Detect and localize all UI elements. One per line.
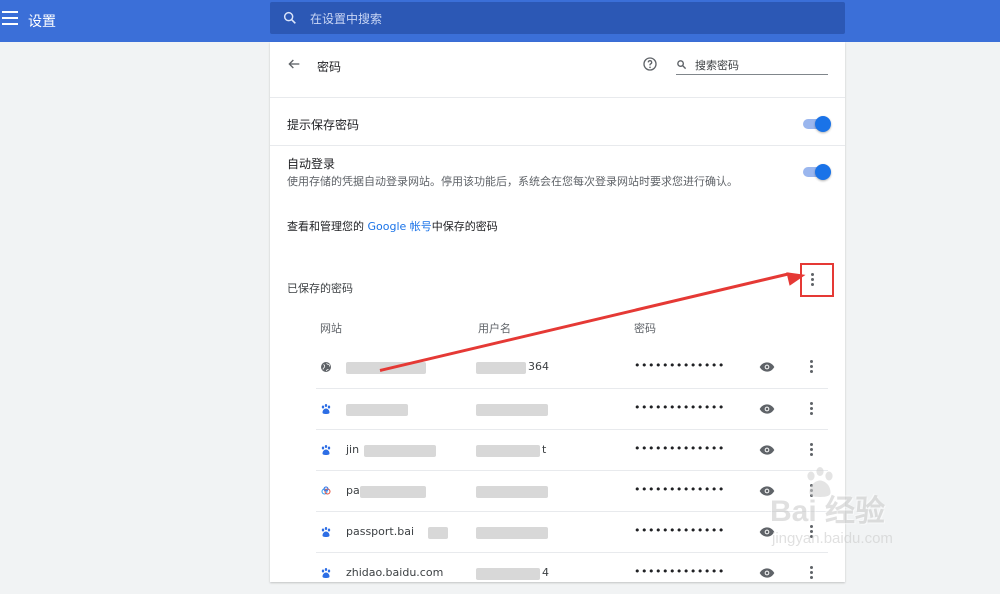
password-row: passport.bai ••••••••••••• <box>316 511 828 553</box>
site-text: pa <box>346 484 360 497</box>
search-icon <box>283 11 296 24</box>
redacted-username <box>476 527 548 539</box>
auto-signin-description: 使用存储的凭据自动登录网站。停用该功能后，系统会在您每次登录网站时要求您进行确认… <box>287 175 738 188</box>
top-bar: 设置 <box>0 0 1000 42</box>
password-row: zhidao.baidu.com 4 ••••••••••••• <box>316 552 828 594</box>
row-more-icon[interactable] <box>810 402 814 416</box>
saved-passwords-more-icon[interactable] <box>811 273 815 287</box>
password-row: jin t ••••••••••••• <box>316 429 828 471</box>
password-dots: ••••••••••••• <box>634 401 725 414</box>
manage-suffix: 中保存的密码 <box>431 220 498 233</box>
eye-icon[interactable] <box>759 403 775 415</box>
username-text: 364 <box>528 360 549 373</box>
password-dots: ••••••••••••• <box>634 442 725 455</box>
offer-save-label: 提示保存密码 <box>287 118 360 132</box>
eye-icon[interactable] <box>759 444 775 456</box>
baidu-paw-icon <box>321 404 331 414</box>
redacted-site <box>346 404 408 416</box>
auto-signin-label: 自动登录 <box>287 157 336 171</box>
settings-search[interactable] <box>270 2 845 34</box>
watermark-text: Bai 经验 <box>770 495 886 528</box>
column-header-username: 用户名 <box>478 322 511 335</box>
app-title: 设置 <box>28 14 56 30</box>
password-row: ••••••••••••• <box>316 388 828 430</box>
password-search-input[interactable] <box>693 56 829 74</box>
auto-signin-toggle[interactable] <box>801 164 831 180</box>
password-row: pa ••••••••••••• <box>316 470 828 512</box>
site-text: jin <box>346 443 360 456</box>
password-dots: ••••••••••••• <box>634 483 725 496</box>
saved-passwords-heading: 已保存的密码 <box>287 282 353 295</box>
redacted-username <box>476 568 540 580</box>
auto-signin-row: 自动登录 使用存储的凭据自动登录网站。停用该功能后，系统会在您每次登录网站时要求… <box>270 145 845 198</box>
row-more-icon[interactable] <box>810 566 814 580</box>
back-arrow-icon[interactable] <box>286 56 302 72</box>
redacted-username <box>476 404 548 416</box>
offer-save-toggle[interactable] <box>801 116 831 132</box>
eye-icon[interactable] <box>759 567 775 579</box>
help-icon[interactable] <box>642 56 658 72</box>
passwords-card: 密码 提示保存密码 自动登录 使用存储的凭据自动登录网站。停用该功能后，系统会在… <box>270 42 845 582</box>
watermark-url: jingyan.baidu.com <box>772 530 893 547</box>
username-text: 4 <box>542 566 549 579</box>
passwords-header: 密码 <box>270 42 845 90</box>
redacted-username <box>476 445 540 457</box>
eye-icon[interactable] <box>759 361 775 373</box>
offer-save-row: 提示保存密码 <box>270 97 845 146</box>
password-dots: ••••••••••••• <box>634 359 725 372</box>
redacted-username <box>476 486 548 498</box>
baidu-paw-icon <box>321 527 331 537</box>
redacted-site <box>364 445 436 457</box>
row-more-icon[interactable] <box>810 360 814 374</box>
redacted-site <box>428 527 448 539</box>
menu-icon[interactable] <box>2 11 18 25</box>
search-icon <box>677 60 687 70</box>
baidu-paw-icon <box>321 445 331 455</box>
baidu-paw-icon <box>321 568 331 578</box>
settings-search-input[interactable] <box>308 9 812 29</box>
redacted-username <box>476 362 526 374</box>
manage-account-text: 查看和管理您的 Google 帐号中保存的密码 <box>287 218 498 234</box>
baidu-jingyan-watermark: Bai 经验 jingyan.baidu.com <box>770 462 990 560</box>
redacted-site <box>360 486 426 498</box>
password-dots: ••••••••••••• <box>634 524 725 537</box>
site-text: passport.bai <box>346 525 415 538</box>
globe-icon <box>321 362 331 372</box>
password-dots: ••••••••••••• <box>634 565 725 578</box>
baidu-cloud-icon <box>321 486 331 495</box>
manage-prefix: 查看和管理您的 <box>287 220 368 233</box>
column-header-password: 密码 <box>634 322 656 335</box>
google-account-link[interactable]: Google 帐号 <box>368 220 432 233</box>
row-more-icon[interactable] <box>810 443 814 457</box>
page-title: 密码 <box>317 60 342 74</box>
password-search[interactable] <box>676 56 829 75</box>
column-header-site: 网站 <box>320 322 342 335</box>
site-text: zhidao.baidu.com <box>346 566 444 579</box>
username-text: t <box>542 443 547 456</box>
